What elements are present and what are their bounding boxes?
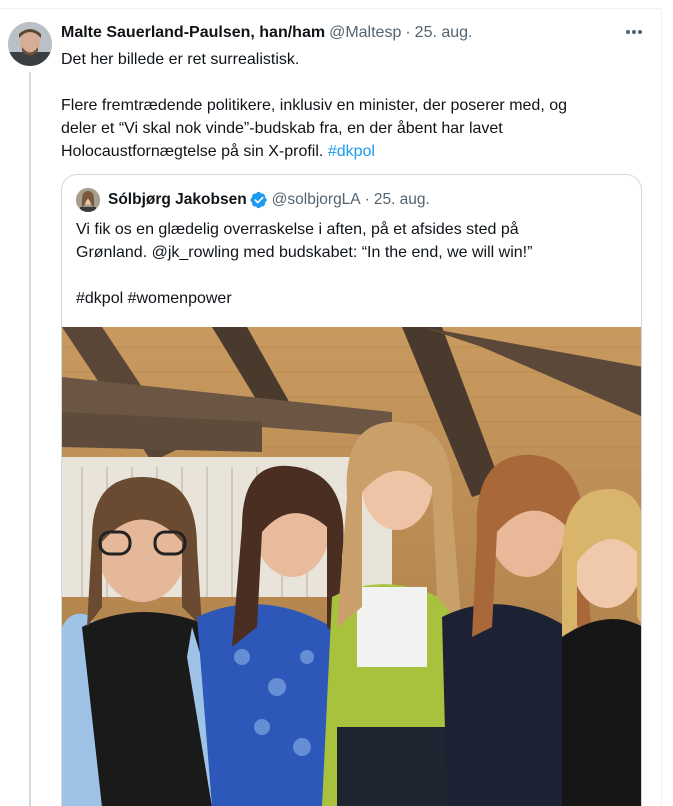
group-photo-image (62, 327, 641, 806)
verified-badge-icon (250, 191, 268, 209)
author-avatar[interactable] (8, 22, 52, 66)
more-horizontal-icon (626, 30, 642, 34)
timeline-border (661, 8, 662, 806)
author-handle[interactable]: @Maltesp (329, 24, 401, 42)
quoted-tweet[interactable]: Sólbjørg Jakobsen @solbjorgLA · 25. aug.… (61, 174, 642, 806)
timeline-divider (0, 8, 662, 9)
quote-line-1: Vi fik os en glædelig overraskelse i aft… (76, 221, 519, 238)
quote-separator: · (364, 191, 370, 208)
thread-line (29, 72, 31, 806)
tweet-line-4: Holocaustfornægtelse på sin X-profil. #d… (61, 140, 636, 163)
tweet-line-4-text: Holocaustfornægtelse på sin X-profil. (61, 143, 324, 160)
hashtag-link[interactable]: #dkpol (328, 143, 375, 160)
tweet-line-2: Flere fremtrædende politikere, inklusiv … (61, 97, 567, 114)
header-separator: · (405, 24, 411, 41)
author-name[interactable]: Malte Sauerland-Paulsen, han/ham (61, 24, 325, 42)
tweet-date[interactable]: 25. aug. (415, 24, 473, 42)
group-photo[interactable] (62, 327, 641, 806)
tweet-line-3: deler et “Vi skal nok vinde”-budskab fra… (61, 120, 503, 137)
quote-line-3: #dkpol #womenpower (76, 290, 232, 307)
quote-date: 25. aug. (373, 191, 430, 208)
quote-header: Sólbjørg Jakobsen @solbjorgLA · 25. aug. (76, 188, 430, 212)
tweet-header: Malte Sauerland-Paulsen, han/ham @Maltes… (61, 23, 473, 43)
author-avatar-image (8, 22, 52, 66)
quote-avatar-image (76, 188, 100, 212)
quote-author-handle: @solbjorgLA (271, 191, 361, 208)
more-options-button[interactable] (624, 22, 644, 42)
tweet-text: Det her billede er ret surrealistisk. Fl… (61, 48, 636, 163)
quote-text: Vi fik os en glædelig overraskelse i aft… (76, 218, 626, 310)
quote-line-2: Grønland. @jk_rowling med budskabet: “In… (76, 244, 533, 261)
quote-author-name: Sólbjørg Jakobsen (108, 191, 247, 208)
tweet-line-1: Det her billede er ret surrealistisk. (61, 51, 300, 68)
quote-author-avatar (76, 188, 100, 212)
